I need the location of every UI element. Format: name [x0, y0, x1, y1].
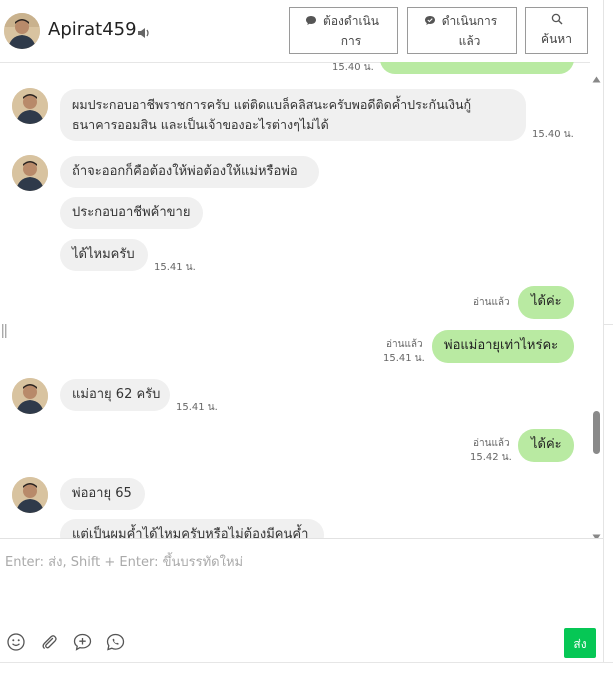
- add-reply-icon[interactable]: [73, 633, 92, 655]
- search-button[interactable]: ค้นหา: [525, 7, 588, 54]
- read-status: อ่านแล้ว: [473, 438, 510, 449]
- message-time: 15.41 น.: [383, 353, 425, 364]
- message-time: 15.40 น.: [332, 62, 374, 73]
- panel-divider: [603, 0, 604, 678]
- incoming-message[interactable]: ผมประกอบอาชีพราชการครับ แต่ติดแบล็คลิสนะ…: [60, 89, 526, 141]
- outgoing-message[interactable]: ได้ค่ะ: [518, 429, 574, 462]
- message-list[interactable]: 15.40 น. ผมประกอบอาชีพราชการครับ แต่ติดแ…: [0, 62, 590, 538]
- bottom-border: [0, 662, 613, 679]
- emoji-icon[interactable]: [7, 633, 25, 655]
- outgoing-message[interactable]: ได้ค่ะ: [518, 286, 574, 319]
- chat-check-icon: [424, 12, 436, 32]
- contact-name: Apirat459: [48, 19, 137, 40]
- incoming-message[interactable]: ถ้าจะออกก็คือต้องให้พ่อต้องให้แม่หรือพ่อ: [60, 156, 319, 188]
- message-text: ได้ค่ะ: [531, 294, 562, 309]
- incoming-message[interactable]: แม่อายุ 62 ครับ: [60, 379, 170, 411]
- message-text: พ่ออายุ 65: [72, 486, 132, 501]
- send-button[interactable]: ส่ง: [564, 628, 596, 658]
- message-text: แต่เป็นผมค้ำได้ไหมครับหรือไม่ต้องมีคนค้ำ: [72, 527, 309, 538]
- message-time: 15.41 น.: [154, 262, 196, 273]
- sender-avatar[interactable]: [12, 378, 48, 414]
- message-text: ได้ไหมครับ: [72, 247, 135, 262]
- incoming-message-partial[interactable]: แต่เป็นผมค้ำได้ไหมครับหรือไม่ต้องมีคนค้ำ: [60, 519, 324, 538]
- sender-avatar[interactable]: [12, 477, 48, 513]
- pending-button[interactable]: ต้องดำเนินการ: [289, 7, 398, 54]
- panel-divider: [604, 324, 613, 325]
- outgoing-bubble-partial: [380, 62, 574, 74]
- scrollbar-thumb[interactable]: [593, 411, 600, 454]
- message-scrollbar[interactable]: [590, 62, 603, 538]
- incoming-message[interactable]: ได้ไหมครับ: [60, 239, 148, 271]
- message-text: แม่อายุ 62 ครับ: [72, 387, 161, 402]
- read-status: อ่านแล้ว: [473, 297, 510, 308]
- message-time: 15.42 น.: [470, 452, 512, 463]
- sender-avatar[interactable]: [12, 88, 48, 124]
- resize-grip-icon[interactable]: [2, 323, 7, 338]
- message-composer[interactable]: Enter: ส่ง, Shift + Enter: ขึ้นบรรทัดใหม…: [0, 538, 603, 663]
- scroll-up-arrow-icon[interactable]: [592, 68, 601, 87]
- message-text: พ่อแม่อายุเท่าไหร่คะ: [444, 338, 559, 353]
- message-text: ประกอบอาชีพค้าขาย: [72, 205, 191, 220]
- contact-avatar[interactable]: [4, 13, 40, 49]
- read-status: อ่านแล้ว: [386, 339, 423, 350]
- chat-bubble-icon: [305, 12, 317, 32]
- message-text-line2: ธนาคารออมสิน และเป็นเจ้าของอะไรต่างๆไม่ไ…: [72, 117, 329, 132]
- search-icon: [526, 11, 587, 29]
- search-label: ค้นหา: [541, 32, 572, 46]
- incoming-message[interactable]: ประกอบอาชีพค้าขาย: [60, 197, 203, 229]
- message-input[interactable]: Enter: ส่ง, Shift + Enter: ขึ้นบรรทัดใหม…: [5, 551, 243, 572]
- message-time: 15.41 น.: [176, 402, 218, 413]
- message-text: ได้ค่ะ: [531, 437, 562, 452]
- outgoing-message[interactable]: พ่อแม่อายุเท่าไหร่คะ: [432, 330, 574, 363]
- done-label: ดำเนินการแล้ว: [441, 14, 498, 48]
- pending-label: ต้องดำเนินการ: [323, 14, 379, 48]
- chat-header: Apirat459 ต้องดำเนินการ ดำเนินการแล้ว ค้…: [0, 0, 603, 63]
- sound-icon[interactable]: [137, 24, 151, 43]
- sender-avatar[interactable]: [12, 155, 48, 191]
- done-button[interactable]: ดำเนินการแล้ว: [407, 7, 517, 54]
- attachment-icon[interactable]: [40, 633, 58, 655]
- message-text: ถ้าจะออกก็คือต้องให้พ่อต้องให้แม่หรือพ่อ: [72, 164, 298, 179]
- message-text-line1: ผมประกอบอาชีพราชการครับ แต่ติดแบล็คลิสนะ…: [72, 97, 472, 112]
- call-icon[interactable]: [106, 633, 125, 655]
- message-time: 15.40 น.: [532, 129, 574, 140]
- incoming-message[interactable]: พ่ออายุ 65: [60, 478, 145, 510]
